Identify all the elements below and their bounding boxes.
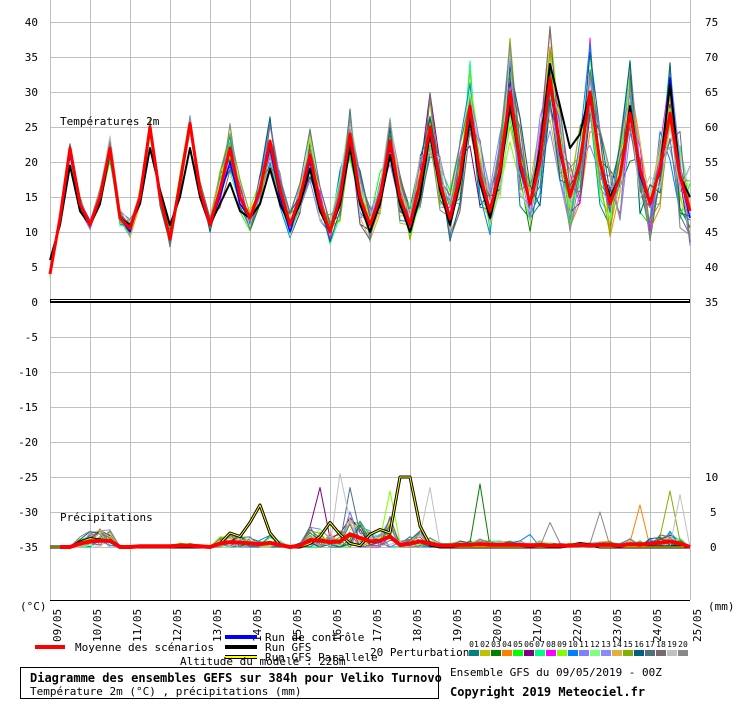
perturbation-legend-swatch [601, 650, 611, 656]
copyright: Copyright 2019 Meteociel.fr [450, 685, 645, 699]
legend-gfs-swatch [225, 645, 257, 649]
perturbation-legend-swatch [469, 650, 479, 656]
perturbation-legend-swatch [546, 650, 556, 656]
x-tick-label: 18/05 [411, 609, 424, 642]
y-tick-label-left: 15 [25, 191, 38, 204]
perturbation-legend-label: 08 [546, 640, 556, 649]
perturbation-legend-label: 03 [491, 640, 501, 649]
perturbation-legend-swatch [568, 650, 578, 656]
y-tick-label-right: 35 [705, 296, 718, 309]
y-tick-label-left: 25 [25, 121, 38, 134]
chart-subtitle: Température 2m (°C) , précipitations (mm… [30, 685, 302, 698]
y-tick-label-left: 20 [25, 156, 38, 169]
y-tick-label-left: 30 [25, 86, 38, 99]
x-tick-label: 25/05 [691, 609, 704, 642]
zero-line-inner [51, 300, 689, 301]
y-tick-label-left: -10 [18, 366, 38, 379]
perturbation-legend-swatch [590, 650, 600, 656]
y-tick-label-left: 0 [31, 296, 38, 309]
y-tick-label-right: 50 [705, 191, 718, 204]
perturbation-legend-swatch [524, 650, 534, 656]
perturbation-legend-label: 09 [557, 640, 567, 649]
y-tick-label-precip: 0 [710, 541, 717, 554]
perturbation-legend-swatch [579, 650, 589, 656]
y-tick-label-left: -30 [18, 506, 38, 519]
right-unit: (mm) [708, 600, 735, 613]
y-tick-label-precip: 10 [705, 471, 718, 484]
perturbation-legend-label: 10 [568, 640, 578, 649]
perturbation-legend-label: 04 [502, 640, 512, 649]
altitude-label: Altitude du modèle : 228m [180, 655, 346, 668]
y-tick-label-left: -15 [18, 401, 38, 414]
y-tick-label-left: 10 [25, 226, 38, 239]
perturbation-legend-swatch [557, 650, 567, 656]
perturbation-legend-swatch [667, 650, 677, 656]
chart-title: Diagramme des ensembles GEFS sur 384h po… [30, 671, 442, 685]
x-tick-label: 24/05 [651, 609, 664, 642]
run-label: Ensemble GFS du 09/05/2019 - 00Z [450, 666, 662, 679]
perturbation-legend-label: 11 [579, 640, 589, 649]
perturbation-legend-label: 07 [535, 640, 545, 649]
perturbation-legend-label: 13 [601, 640, 611, 649]
legend-perturbations-label: 20 Perturbations [370, 646, 476, 659]
gefs-ensemble-chart: 09/05 10/05 11/05 12/05 13/05 14/05 15/05 16/05… [18, 0, 735, 699]
x-tick-label: 17/05 [371, 609, 384, 642]
y-tick-label-right: 40 [705, 261, 718, 274]
x-tick-label: 13/05 [211, 609, 224, 642]
perturbation-legend-swatch [612, 650, 622, 656]
perturbation-legend-label: 16 [634, 640, 644, 649]
y-tick-label-right: 60 [705, 121, 718, 134]
y-tick-label-left: -5 [25, 331, 38, 344]
y-tick-label-left: -35 [18, 541, 38, 554]
perturbation-legend-swatch [656, 650, 666, 656]
legend-control-swatch [225, 635, 257, 639]
perturbation-legend-label: 17 [645, 640, 655, 649]
legend-mean-label: Moyenne des scénarios [75, 641, 214, 654]
x-tick-label: 20/05 [491, 609, 504, 642]
y-tick-label-left: 40 [25, 16, 38, 29]
perturbation-legend-swatch [480, 650, 490, 656]
temp-panel-label: Températures 2m [60, 115, 160, 128]
perturbation-legend-label: 06 [524, 640, 534, 649]
y-tick-label-precip: 5 [710, 506, 717, 519]
perturbation-legend-swatch [634, 650, 644, 656]
y-tick-label-right: 45 [705, 226, 718, 239]
x-tick-label: 09/05 [51, 609, 64, 642]
left-unit: (°C) [20, 600, 47, 613]
perturbation-legend-swatch [502, 650, 512, 656]
x-tick-label: 10/05 [91, 609, 104, 642]
perturbation-legend-label: 01 [469, 640, 479, 649]
perturbation-legend-swatch [491, 650, 501, 656]
y-tick-label-left: 5 [31, 261, 38, 274]
x-tick-label: 21/05 [531, 609, 544, 642]
perturbation-legend-swatch [678, 650, 688, 656]
perturbation-legend-swatch [513, 650, 523, 656]
perturbation-legend-label: 05 [513, 640, 523, 649]
perturbation-legend-swatch [535, 650, 545, 656]
y-tick-label-left: -20 [18, 436, 38, 449]
perturbation-legend-label: 15 [623, 640, 633, 649]
perturbation-legend-label: 20 [678, 640, 688, 649]
x-tick-label: 22/05 [571, 609, 584, 642]
perturbation-legend-label: 02 [480, 640, 490, 649]
legend-mean-swatch [35, 645, 65, 649]
perturbation-legend-label: 18 [656, 640, 666, 649]
y-tick-label-right: 65 [705, 86, 718, 99]
y-tick-label-left: -25 [18, 471, 38, 484]
perturbation-legend-label: 19 [667, 640, 677, 649]
x-tick-label: 19/05 [451, 609, 464, 642]
perturbation-legend-label: 14 [612, 640, 622, 649]
y-tick-label-right: 55 [705, 156, 718, 169]
y-tick-label-right: 75 [705, 16, 718, 29]
y-tick-label-left: 35 [25, 51, 38, 64]
perturbation-legend-swatch [645, 650, 655, 656]
perturbation-legend-label: 12 [590, 640, 600, 649]
x-tick-label: 11/05 [131, 609, 144, 642]
y-tick-label-right: 70 [705, 51, 718, 64]
x-tick-label: 12/05 [171, 609, 184, 642]
precip-panel-label: Précipitations [60, 511, 153, 524]
x-tick-label: 23/05 [611, 609, 624, 642]
perturbation-legend-swatch [623, 650, 633, 656]
